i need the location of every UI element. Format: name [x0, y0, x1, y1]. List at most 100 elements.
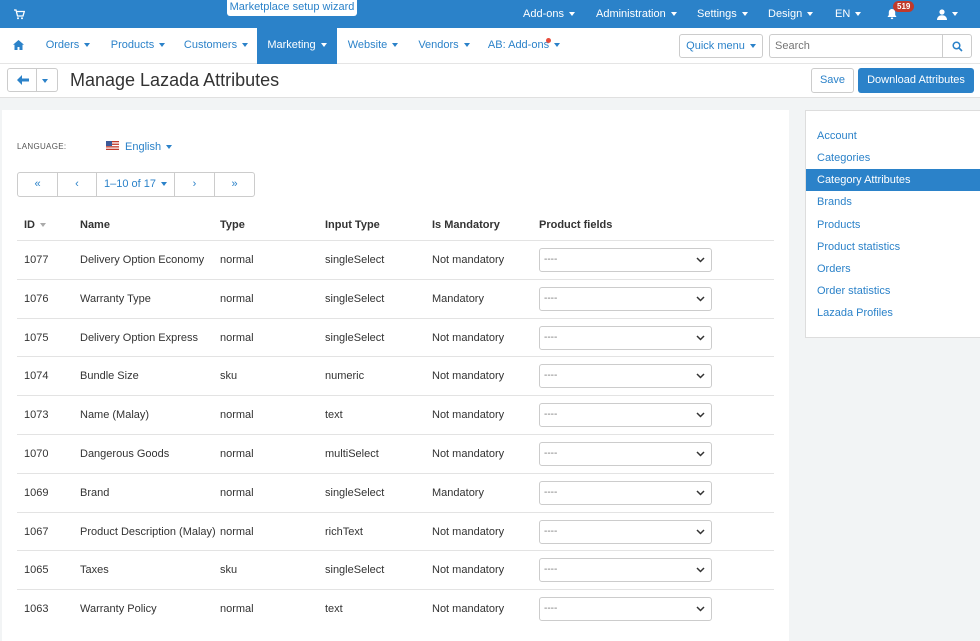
- download-attributes-button[interactable]: Download Attributes: [858, 68, 974, 93]
- cell-type: normal: [220, 525, 254, 538]
- cell-is-mandatory: Not mandatory: [432, 254, 505, 266]
- caret-icon: [952, 12, 958, 16]
- search-input[interactable]: [769, 34, 942, 58]
- col-header-input-type[interactable]: Input Type: [325, 219, 380, 231]
- cell-id: 1069: [24, 486, 49, 499]
- col-header-id-label: ID: [24, 219, 35, 231]
- user-menu[interactable]: [937, 0, 958, 28]
- menu-addons[interactable]: Add-ons: [523, 0, 575, 28]
- nav-customers[interactable]: Customers: [178, 28, 254, 64]
- product-field-select[interactable]: ----: [539, 519, 712, 544]
- cell-type: normal: [220, 448, 254, 460]
- cell-id: 1075: [24, 331, 49, 344]
- table-row: 1069 Brand normal singleSelect Mandatory ----: [17, 472, 774, 512]
- caret-icon: [807, 12, 814, 16]
- sidebar-item-order-statistics[interactable]: Order statistics: [806, 280, 980, 302]
- cell-is-mandatory: Not mandatory: [432, 525, 505, 538]
- cell-input-type: singleSelect: [325, 564, 385, 577]
- page-prev-button[interactable]: ‹: [57, 172, 97, 197]
- new-indicator-dot: [546, 38, 551, 43]
- cell-is-mandatory: Mandatory: [432, 292, 484, 305]
- cell-id: 1067: [24, 525, 49, 538]
- cell-id: 1065: [24, 564, 49, 577]
- language-value: English: [125, 141, 162, 153]
- sidebar-item-brands[interactable]: Brands: [806, 191, 980, 213]
- sidebar-item-orders[interactable]: Orders: [806, 258, 980, 280]
- page-last-button[interactable]: »: [214, 172, 255, 197]
- cell-id: 1074: [24, 370, 49, 383]
- product-field-value: ----: [544, 331, 558, 343]
- cell-input-type: text: [325, 409, 343, 422]
- cell-id: 1070: [24, 448, 49, 460]
- chevron-down-icon: [696, 373, 705, 379]
- menu-administration[interactable]: Administration: [596, 0, 677, 28]
- sidebar-item-category-attributes[interactable]: Category Attributes: [806, 169, 980, 191]
- page-first-button[interactable]: «: [17, 172, 58, 197]
- sidebar-item-categories[interactable]: Categories: [806, 147, 980, 169]
- product-field-value: ----: [544, 370, 558, 382]
- caret-icon: [242, 43, 249, 48]
- page-next-button[interactable]: ›: [174, 172, 215, 197]
- menu-language[interactable]: EN: [835, 0, 862, 28]
- col-header-name[interactable]: Name: [80, 219, 110, 231]
- col-header-type[interactable]: Type: [220, 219, 245, 231]
- nav-products[interactable]: Products: [102, 28, 174, 64]
- chevron-down-icon: [696, 490, 705, 496]
- cell-is-mandatory: Not mandatory: [432, 409, 505, 422]
- col-header-is-mandatory[interactable]: Is Mandatory: [432, 219, 500, 231]
- product-field-select[interactable]: ----: [539, 325, 712, 350]
- product-field-select[interactable]: ----: [539, 442, 712, 466]
- cell-input-type: multiSelect: [325, 448, 379, 460]
- search-button[interactable]: [942, 34, 972, 58]
- cell-type: sku: [220, 370, 238, 383]
- menu-settings[interactable]: Settings: [697, 0, 748, 28]
- home-button[interactable]: [6, 28, 30, 64]
- nav-website[interactable]: Website: [340, 28, 406, 64]
- cell-name: Product Description (Malay): [80, 525, 216, 538]
- cell-name: Name (Malay): [80, 409, 150, 422]
- sidebar-item-products[interactable]: Products: [806, 214, 980, 236]
- back-button[interactable]: [7, 68, 37, 92]
- nav-ab-addons[interactable]: AB: Add-ons: [484, 28, 564, 64]
- cell-input-type: richText: [325, 525, 363, 538]
- sidebar: Account Categories Category Attributes B…: [805, 110, 980, 338]
- arrow-left-icon: [17, 75, 29, 85]
- caret-icon: [392, 43, 399, 48]
- cell-input-type: singleSelect: [325, 292, 385, 305]
- save-button[interactable]: Save: [811, 68, 854, 93]
- language-selector[interactable]: English: [125, 141, 173, 153]
- cell-input-type: singleSelect: [325, 331, 385, 344]
- cell-type: normal: [220, 603, 254, 616]
- caret-icon: [568, 12, 575, 16]
- cell-is-mandatory: Not mandatory: [432, 448, 505, 460]
- sidebar-item-lazada-profiles[interactable]: Lazada Profiles: [806, 302, 980, 324]
- product-field-select[interactable]: ----: [539, 364, 712, 389]
- sidebar-item-product-statistics[interactable]: Product statistics: [806, 236, 980, 258]
- nav-vendors[interactable]: Vendors: [412, 28, 476, 64]
- nav-orders[interactable]: Orders: [38, 28, 98, 64]
- cell-input-type: singleSelect: [325, 486, 385, 499]
- product-field-select[interactable]: ----: [539, 558, 712, 583]
- product-field-select[interactable]: ----: [539, 286, 712, 311]
- cell-is-mandatory: Not mandatory: [432, 331, 505, 344]
- nav-orders-label: Orders: [45, 39, 80, 51]
- product-field-select[interactable]: ----: [539, 248, 712, 272]
- cart-icon[interactable]: [13, 8, 25, 20]
- menu-design[interactable]: Design: [768, 0, 814, 28]
- back-history-dropdown[interactable]: [37, 68, 58, 92]
- product-field-select[interactable]: ----: [539, 597, 712, 622]
- page-range-dropdown[interactable]: 1–10 of 17: [96, 172, 175, 197]
- setup-wizard-link[interactable]: Marketplace setup wizard: [227, 0, 357, 16]
- product-field-select[interactable]: ----: [539, 480, 712, 505]
- nav-marketing[interactable]: Marketing: [257, 28, 337, 64]
- cell-input-type: text: [325, 603, 343, 616]
- col-header-id[interactable]: ID: [24, 219, 46, 231]
- cell-is-mandatory: Mandatory: [432, 486, 484, 499]
- chevron-down-icon: [696, 257, 705, 263]
- quick-menu-button[interactable]: Quick menu: [679, 34, 763, 58]
- sidebar-item-account[interactable]: Account: [806, 125, 980, 147]
- cell-id: 1077: [24, 254, 49, 266]
- product-field-select[interactable]: ----: [539, 403, 712, 428]
- caret-icon: [84, 43, 91, 48]
- notification-count-badge: 519: [893, 1, 915, 12]
